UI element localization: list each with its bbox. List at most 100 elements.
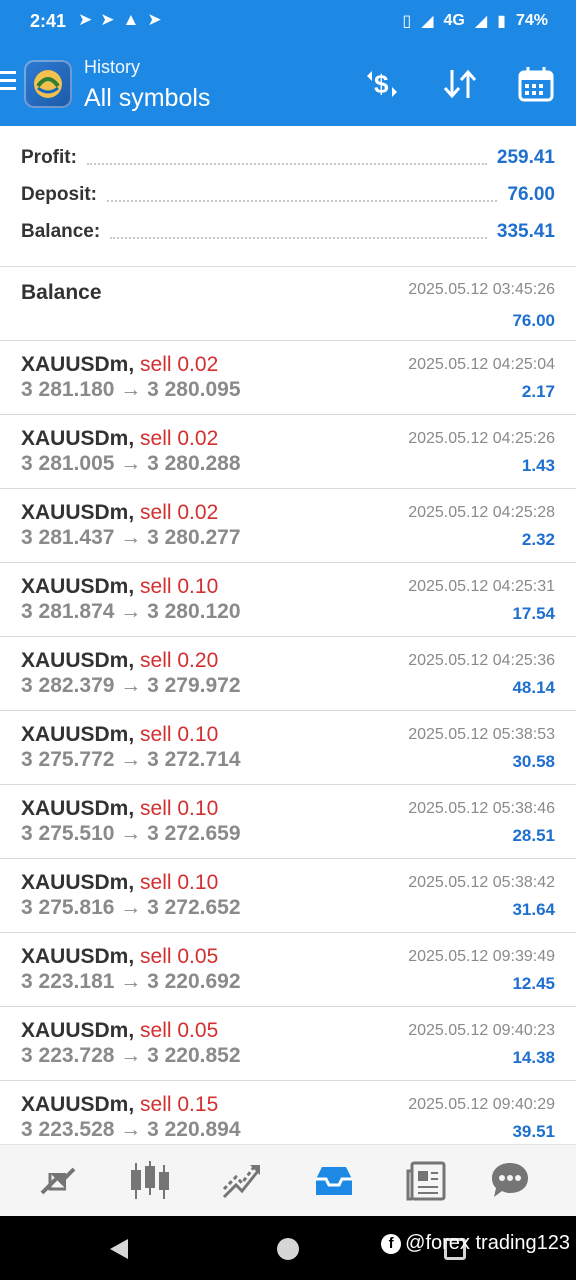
trade-profit: 14.38 bbox=[512, 1048, 555, 1067]
calendar-icon[interactable] bbox=[516, 64, 556, 104]
trade-date: 2025.05.12 05:38:53 bbox=[408, 726, 555, 743]
svg-text:$: $ bbox=[374, 69, 389, 99]
dotted-leader bbox=[110, 237, 487, 239]
dollar-filter-icon[interactable]: $ bbox=[362, 64, 402, 104]
network-type: 4G bbox=[443, 12, 465, 29]
menu-icon[interactable] bbox=[0, 71, 16, 93]
trade-date: 2025.05.12 09:40:29 bbox=[408, 1096, 555, 1113]
signal-icon: ◢ bbox=[474, 13, 488, 30]
trade-prices: 3 281.437 → 3 280.277 bbox=[21, 526, 241, 549]
status-right: ▯ ◢ 4G ◢ ▮ 74% bbox=[402, 11, 548, 31]
trade-row[interactable]: XAUUSDm, sell 0.10 3 281.874 → 3 280.120 2… bbox=[0, 563, 576, 637]
app-bar: History All symbols $ bbox=[0, 44, 576, 126]
trade-row[interactable]: XAUUSDm, sell 0.10 3 275.816 → 3 272.652 2… bbox=[0, 859, 576, 933]
trade-profit: 17.54 bbox=[512, 604, 555, 623]
symbol-name: XAUUSDm, bbox=[21, 945, 135, 968]
watermark-text: @forex trading123 bbox=[405, 1232, 570, 1254]
trade-prices: 3 223.528 → 3 220.894 bbox=[21, 1118, 241, 1141]
battery-percent: 74% bbox=[515, 12, 548, 29]
trade-date: 2025.05.12 04:25:36 bbox=[408, 652, 555, 669]
profit-value: 259.41 bbox=[496, 147, 555, 168]
trade-symbol: XAUUSDm, sell 0.10 bbox=[21, 797, 218, 821]
telegram-icon: ➤ bbox=[100, 10, 115, 29]
symbol-name: XAUUSDm, bbox=[21, 1019, 135, 1042]
telegram-icon: ➤ bbox=[147, 10, 162, 29]
facebook-icon: f bbox=[381, 1233, 402, 1254]
trade-action: sell 0.02 bbox=[140, 501, 219, 524]
trade-prices: 3 281.005 → 3 280.288 bbox=[21, 452, 241, 475]
entry-date: 2025.05.12 03:45:26 bbox=[408, 281, 555, 298]
trade-profit: 31.64 bbox=[512, 900, 555, 919]
system-navigation-bar: f @forex trading123 bbox=[0, 1216, 576, 1280]
balance-label: Balance: bbox=[21, 221, 101, 242]
dotted-leader bbox=[107, 200, 498, 202]
trade-action: sell 0.02 bbox=[140, 427, 219, 450]
symbol-name: XAUUSDm, bbox=[21, 649, 135, 672]
battery-icon: ▮ bbox=[497, 13, 506, 30]
page-title[interactable]: All symbols bbox=[84, 84, 210, 113]
symbol-name: XAUUSDm, bbox=[21, 1093, 135, 1116]
trade-symbol: XAUUSDm, sell 0.05 bbox=[21, 1019, 218, 1043]
trade-profit: 30.58 bbox=[512, 752, 555, 771]
trade-date: 2025.05.12 09:40:23 bbox=[408, 1022, 555, 1039]
trade-prices: 3 275.772 → 3 272.714 bbox=[21, 748, 241, 771]
status-time: 2:41 bbox=[30, 11, 67, 31]
trade-row[interactable]: XAUUSDm, sell 0.05 3 223.181 → 3 220.692 2… bbox=[0, 933, 576, 1007]
trade-symbol: XAUUSDm, sell 0.10 bbox=[21, 575, 218, 599]
trade-date: 2025.05.12 05:38:46 bbox=[408, 800, 555, 817]
trade-row[interactable]: XAUUSDm, sell 0.05 3 223.728 → 3 220.852 2… bbox=[0, 1007, 576, 1081]
watermark: f @forex trading123 bbox=[381, 1232, 570, 1255]
news-icon[interactable] bbox=[404, 1159, 448, 1203]
trade-symbol: XAUUSDm, sell 0.02 bbox=[21, 427, 218, 451]
app-logo bbox=[24, 60, 72, 108]
quotes-icon[interactable] bbox=[36, 1159, 80, 1203]
trade-date: 2025.05.12 04:25:31 bbox=[408, 578, 555, 595]
trade-profit: 2.32 bbox=[521, 530, 555, 549]
trade-row[interactable]: XAUUSDm, sell 0.20 3 282.379 → 3 279.972 2… bbox=[0, 637, 576, 711]
deposit-value: 76.00 bbox=[507, 184, 555, 205]
trade-symbol: XAUUSDm, sell 0.10 bbox=[21, 871, 218, 895]
symbol-name: XAUUSDm, bbox=[21, 723, 135, 746]
symbol-name: XAUUSDm, bbox=[21, 797, 135, 820]
symbol-name: XAUUSDm, bbox=[21, 871, 135, 894]
dotted-leader bbox=[86, 163, 487, 165]
trade-profit: 12.45 bbox=[512, 974, 555, 993]
symbol-name: XAUUSDm, bbox=[21, 501, 135, 524]
signal-icon: ◢ bbox=[421, 13, 434, 30]
chat-icon[interactable] bbox=[488, 1159, 532, 1203]
deposit-label: Deposit: bbox=[21, 184, 97, 205]
symbol-name: XAUUSDm, bbox=[21, 427, 135, 450]
trade-profit: 1.43 bbox=[521, 456, 555, 475]
trade-icon[interactable] bbox=[220, 1159, 264, 1203]
trade-action: sell 0.15 bbox=[140, 1093, 219, 1116]
trade-row[interactable]: XAUUSDm, sell 0.02 3 281.180 → 3 280.095 2… bbox=[0, 341, 576, 415]
account-summary: Profit: 259.41 Deposit: 76.00 Balance: 3… bbox=[0, 126, 576, 267]
status-bar: 2:41 ➤ ➤ ▲ ➤ ▯ ◢ 4G ◢ ▮ 74% bbox=[0, 0, 576, 44]
home-icon[interactable] bbox=[277, 1238, 299, 1260]
telegram-icon: ➤ bbox=[78, 10, 93, 29]
back-icon[interactable] bbox=[108, 1237, 132, 1266]
profit-row: Profit: 259.41 bbox=[21, 140, 555, 176]
trade-action: sell 0.20 bbox=[140, 649, 219, 672]
sort-icon[interactable] bbox=[440, 64, 480, 104]
deposit-row: Deposit: 76.00 bbox=[21, 177, 555, 213]
notification-icons: ➤ ➤ ▲ ➤ bbox=[78, 10, 162, 30]
trade-symbol: XAUUSDm, sell 0.02 bbox=[21, 353, 218, 377]
history-icon[interactable] bbox=[312, 1159, 356, 1203]
trade-date: 2025.05.12 04:25:26 bbox=[408, 430, 555, 447]
balance-value: 335.41 bbox=[496, 221, 555, 242]
trade-row[interactable]: XAUUSDm, sell 0.10 3 275.772 → 3 272.714 2… bbox=[0, 711, 576, 785]
trade-action: sell 0.02 bbox=[140, 353, 219, 376]
trade-action: sell 0.10 bbox=[140, 871, 219, 894]
symbol-name: XAUUSDm, bbox=[21, 575, 135, 598]
trade-prices: 3 275.510 → 3 272.659 bbox=[21, 822, 241, 845]
trade-prices: 3 223.181 → 3 220.692 bbox=[21, 970, 241, 993]
list-item[interactable]: Balance 2025.05.12 03:45:26 76.00 bbox=[0, 266, 576, 341]
history-list: Balance 2025.05.12 03:45:26 76.00 XAUUSD… bbox=[0, 266, 576, 1155]
balance-row: Balance: 335.41 bbox=[21, 214, 555, 250]
trade-row[interactable]: XAUUSDm, sell 0.02 3 281.437 → 3 280.277 2… bbox=[0, 489, 576, 563]
trade-profit: 39.51 bbox=[512, 1122, 555, 1141]
trade-row[interactable]: XAUUSDm, sell 0.10 3 275.510 → 3 272.659 2… bbox=[0, 785, 576, 859]
trade-row[interactable]: XAUUSDm, sell 0.02 3 281.005 → 3 280.288 2… bbox=[0, 415, 576, 489]
chart-icon[interactable] bbox=[128, 1159, 172, 1203]
